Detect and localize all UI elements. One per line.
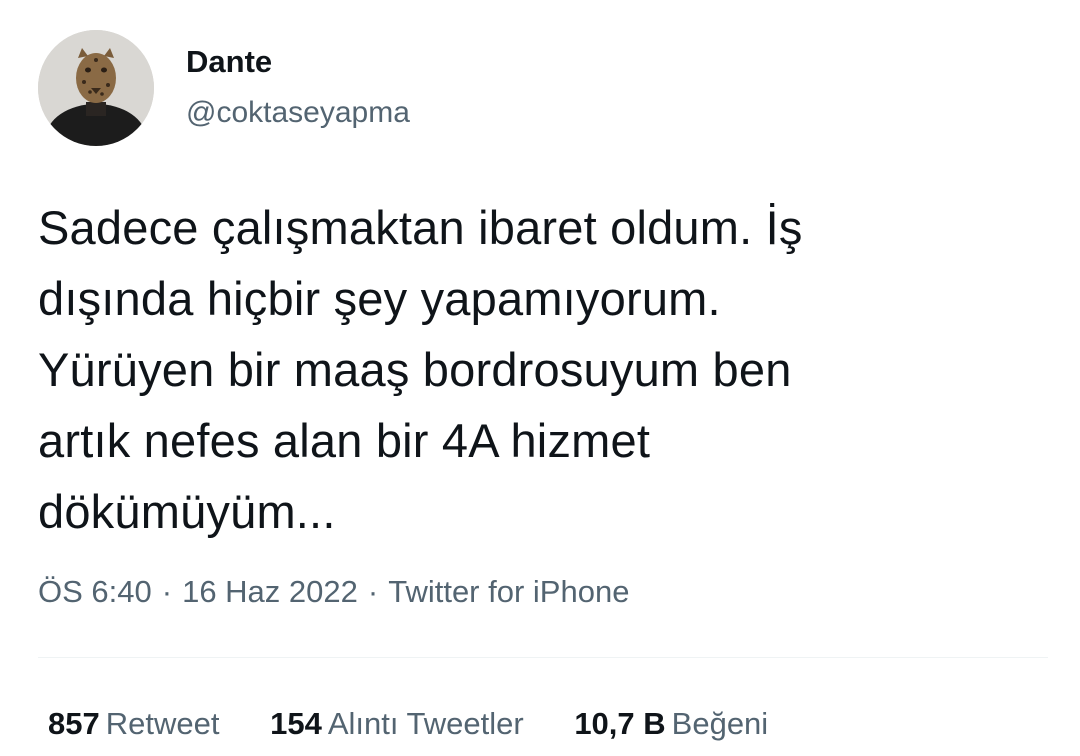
like-stat[interactable]: 10,7 B Beğeni [574, 706, 768, 742]
meta-separator: · [367, 574, 379, 609]
display-name[interactable]: Dante [186, 44, 272, 80]
tweet-text-line: Sadece çalışmaktan ibaret oldum. İş [38, 201, 803, 254]
quote-stat[interactable]: 154 Alıntı Tweetler [270, 706, 524, 742]
quote-count: 154 [270, 706, 322, 741]
tweet-time[interactable]: ÖS 6:40 [38, 574, 152, 609]
meta-separator: · [161, 574, 173, 609]
retweet-count: 857 [48, 706, 100, 741]
tweet-card: Dante @coktaseyapma Sadece çalışmaktan i… [0, 0, 1080, 756]
avatar[interactable] [38, 30, 154, 146]
tweet-text: Sadece çalışmaktan ibaret oldum. İş dışı… [38, 192, 1048, 547]
divider [38, 657, 1048, 658]
user-handle[interactable]: @coktaseyapma [186, 96, 410, 130]
retweet-stat[interactable]: 857 Retweet [48, 706, 219, 742]
like-label: Beğeni [671, 706, 769, 741]
tweet-text-line: dışında hiçbir şey yapamıyorum. [38, 272, 721, 325]
tweet-text-line: Yürüyen bir maaş bordrosuyum ben [38, 343, 792, 396]
like-count: 10,7 B [574, 706, 666, 741]
tweet-source[interactable]: Twitter for iPhone [388, 574, 629, 609]
tweet-meta: ÖS 6:40 · 16 Haz 2022 · Twitter for iPhone [38, 574, 629, 610]
tweet-text-line: dökümüyüm... [38, 485, 336, 538]
engagement-stats: 857 Retweet 154 Alıntı Tweetler 10,7 B Beğe… [48, 706, 810, 742]
retweet-label: Retweet [105, 706, 220, 741]
quote-label: Alıntı Tweetler [327, 706, 524, 741]
tweet-text-line: artık nefes alan bir 4A hizmet [38, 414, 651, 467]
leopard-mask-avatar-icon [38, 30, 154, 146]
tweet-date[interactable]: 16 Haz 2022 [182, 574, 358, 609]
